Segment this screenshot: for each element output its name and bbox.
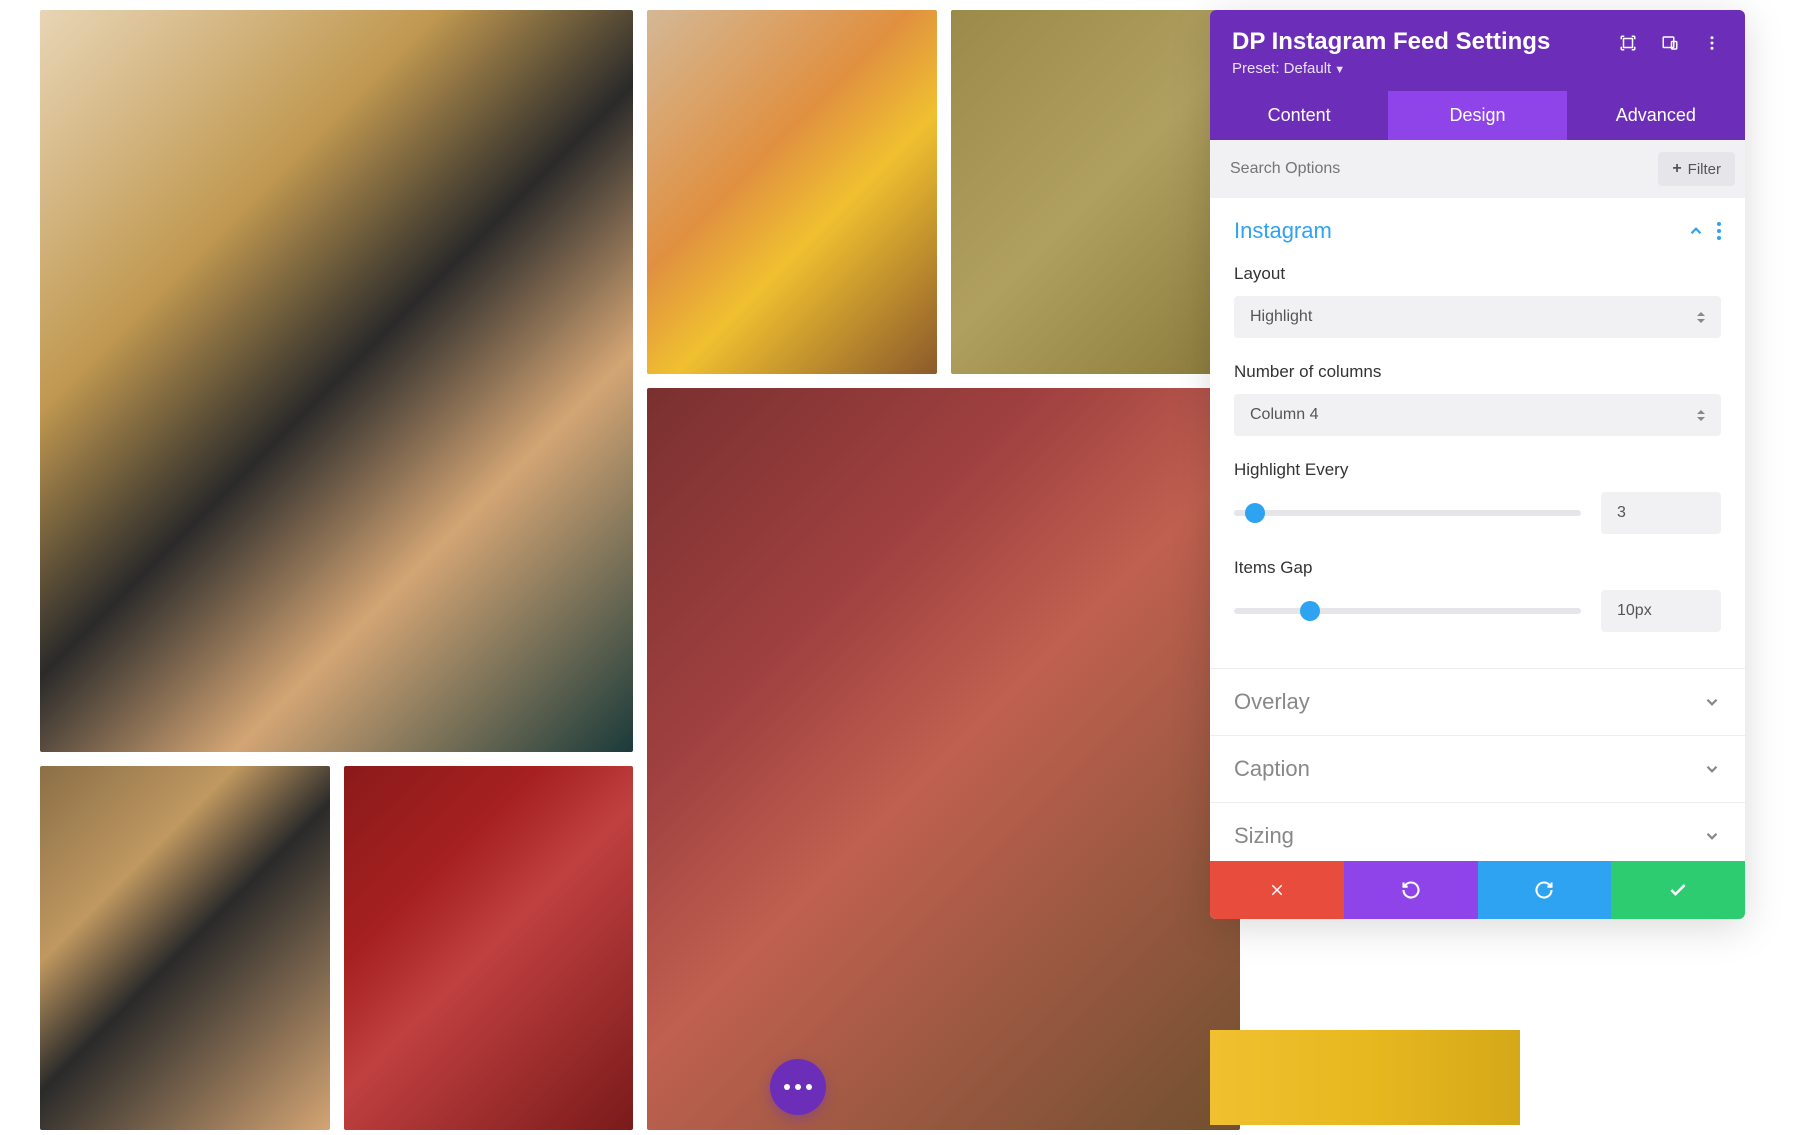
section-caption: Caption [1210, 736, 1745, 803]
instagram-feed-gallery [40, 10, 1240, 1130]
highlight-every-input[interactable] [1601, 492, 1721, 534]
gallery-image-large[interactable] [647, 388, 1240, 1130]
columns-select[interactable]: Column 4 [1234, 394, 1721, 436]
settings-tabs: Content Design Advanced [1210, 91, 1745, 140]
section-header-instagram[interactable]: Instagram [1210, 198, 1745, 264]
items-gap-input[interactable] [1601, 590, 1721, 632]
chevron-down-icon [1703, 760, 1721, 778]
search-input[interactable] [1230, 160, 1658, 178]
panel-title: DP Instagram Feed Settings [1232, 28, 1550, 56]
gallery-image-large[interactable] [40, 10, 633, 752]
menu-icon[interactable] [1701, 32, 1723, 54]
section-title: Instagram [1234, 218, 1332, 244]
highlight-every-label: Highlight Every [1234, 460, 1721, 480]
gallery-image-strip [1210, 1030, 1520, 1125]
section-title: Overlay [1234, 689, 1310, 715]
redo-button[interactable] [1478, 861, 1612, 919]
chevron-down-icon [1703, 827, 1721, 845]
items-gap-label: Items Gap [1234, 558, 1721, 578]
section-menu-icon[interactable] [1717, 222, 1721, 240]
chevron-up-icon [1687, 222, 1705, 240]
section-sizing: Sizing [1210, 803, 1745, 861]
items-gap-slider[interactable] [1234, 608, 1581, 614]
tab-content[interactable]: Content [1210, 91, 1388, 140]
search-bar: + Filter [1210, 140, 1745, 198]
gallery-image[interactable] [647, 10, 937, 374]
section-header-caption[interactable]: Caption [1210, 736, 1745, 802]
section-title: Sizing [1234, 823, 1294, 849]
gallery-image[interactable] [40, 766, 330, 1130]
chevron-down-icon [1703, 693, 1721, 711]
section-header-sizing[interactable]: Sizing [1210, 803, 1745, 861]
preset-selector[interactable]: Preset: Default▼ [1232, 60, 1550, 77]
filter-button[interactable]: + Filter [1658, 152, 1735, 186]
cancel-button[interactable] [1210, 861, 1344, 919]
highlight-every-slider[interactable] [1234, 510, 1581, 516]
undo-button[interactable] [1344, 861, 1478, 919]
divi-fab-button[interactable] [770, 1059, 826, 1115]
gallery-image[interactable] [951, 10, 1241, 374]
section-title: Caption [1234, 756, 1310, 782]
layout-label: Layout [1234, 264, 1721, 284]
columns-label: Number of columns [1234, 362, 1721, 382]
tab-advanced[interactable]: Advanced [1567, 91, 1745, 140]
tab-design[interactable]: Design [1388, 91, 1566, 140]
layout-select[interactable]: Highlight [1234, 296, 1721, 338]
section-overlay: Overlay [1210, 669, 1745, 736]
panel-content: Instagram Layout Highlight Number [1210, 198, 1745, 861]
panel-header: DP Instagram Feed Settings Preset: Defau… [1210, 10, 1745, 91]
save-button[interactable] [1611, 861, 1745, 919]
gallery-image[interactable] [344, 766, 634, 1130]
expand-icon[interactable] [1617, 32, 1639, 54]
settings-panel: DP Instagram Feed Settings Preset: Defau… [1210, 10, 1745, 919]
section-instagram: Instagram Layout Highlight Number [1210, 198, 1745, 669]
panel-footer [1210, 861, 1745, 919]
responsive-icon[interactable] [1659, 32, 1681, 54]
section-header-overlay[interactable]: Overlay [1210, 669, 1745, 735]
